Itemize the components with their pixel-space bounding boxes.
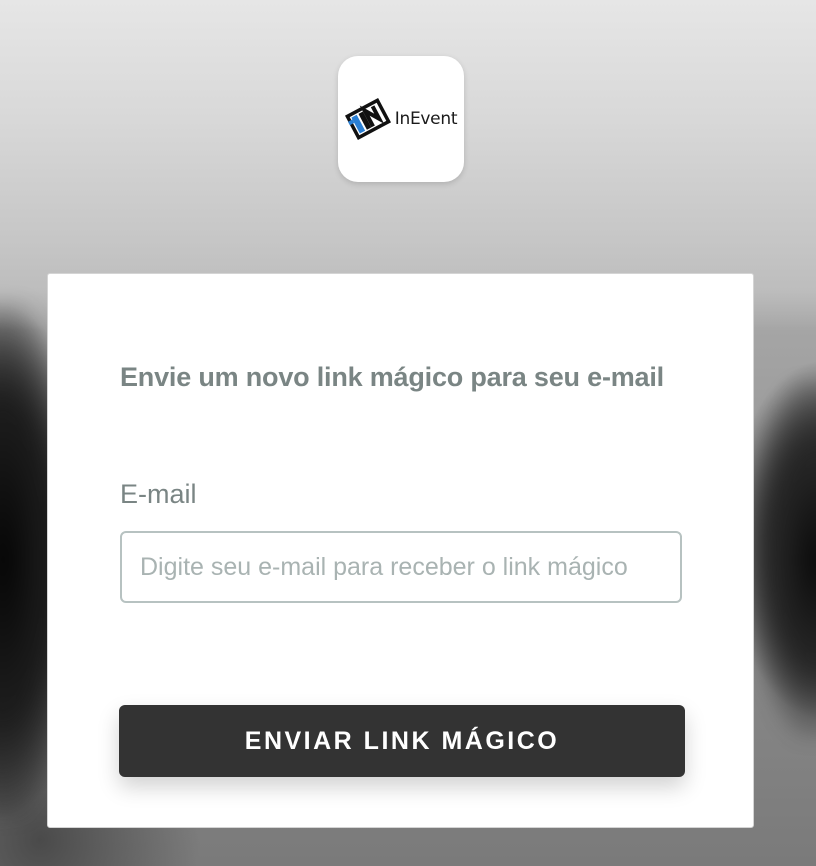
card-title: Envie um novo link mágico para seu e-mai…	[120, 362, 664, 392]
page-background: InEvent Envie um novo link mágico para s…	[0, 0, 816, 866]
magic-link-card: Envie um novo link mágico para seu e-mai…	[47, 273, 754, 828]
logo-text: InEvent	[394, 109, 458, 129]
email-input[interactable]	[120, 531, 682, 603]
email-label: E-mail	[120, 479, 197, 509]
logo-container: InEvent	[338, 56, 464, 182]
inevent-logo-icon	[344, 98, 391, 140]
inevent-logo: InEvent	[344, 96, 458, 142]
send-magic-link-button[interactable]: ENVIAR LINK MÁGICO	[119, 705, 685, 777]
